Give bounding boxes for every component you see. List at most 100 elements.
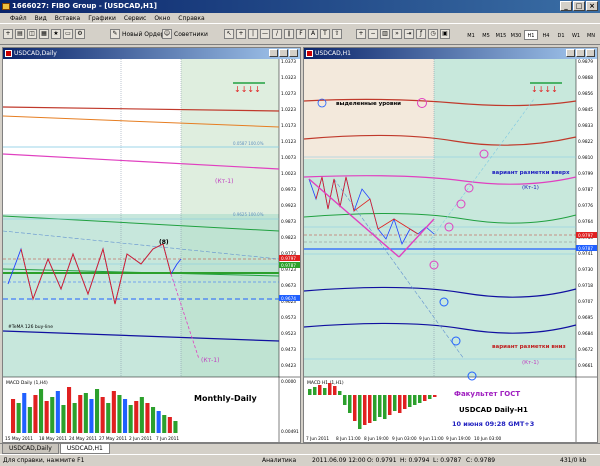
text-icon[interactable]: A <box>308 29 318 39</box>
macd-bar <box>89 399 94 433</box>
macd-bar <box>72 403 77 433</box>
zoom-out-icon[interactable]: − <box>368 29 378 39</box>
status-traffic: 431/0 kb <box>560 457 587 464</box>
channel-label-daily-2: (Кт-1) <box>201 357 219 364</box>
tile-windows-icon[interactable]: ▥ <box>380 29 390 39</box>
new-order-button[interactable]: Новый Ордер <box>122 31 164 38</box>
timeframe-d1[interactable]: D1 <box>554 30 568 40</box>
new-chart-icon[interactable]: + <box>3 29 13 39</box>
svg-text:0.9873: 0.9873 <box>281 219 296 225</box>
menu-charts[interactable]: Графики <box>84 15 120 22</box>
chart-minimize-button[interactable] <box>566 49 575 57</box>
down-arrows-icon: ↓↓↓↓ <box>234 85 261 94</box>
chart-window-h1[interactable]: USDCAD,H1 ↓↓↓↓ выделенные уровни вариант… <box>303 47 598 443</box>
timeframe-w1[interactable]: W1 <box>569 30 583 40</box>
timeframe-m30[interactable]: M30 <box>509 30 523 40</box>
menu-file[interactable]: Файл <box>6 15 31 22</box>
macd-bar <box>338 391 342 395</box>
svg-text:1.0273: 1.0273 <box>281 91 296 97</box>
market-watch-icon[interactable]: ◫ <box>27 29 37 39</box>
timeframe-m5[interactable]: M5 <box>479 30 493 40</box>
label-icon[interactable]: T <box>320 29 330 39</box>
arrows-icon[interactable]: ⇧ <box>332 29 342 39</box>
macd-bar <box>123 399 128 433</box>
timeframe-m1[interactable]: M1 <box>464 30 478 40</box>
zoom-in-icon[interactable]: + <box>356 29 366 39</box>
navigator-icon[interactable]: ★ <box>51 29 61 39</box>
macd-bar <box>433 395 437 397</box>
menu-tools[interactable]: Сервис <box>120 15 150 22</box>
svg-text:0.9672: 0.9672 <box>578 347 593 353</box>
svg-text:0.9764: 0.9764 <box>578 219 593 225</box>
svg-text:0.9923: 0.9923 <box>281 203 296 209</box>
advisors-icon[interactable]: ☺ <box>162 29 172 39</box>
horizontal-line-icon[interactable]: — <box>260 29 270 39</box>
h1-chart-canvas[interactable]: ↓↓↓↓ выделенные уровни вариант разметки … <box>304 59 597 442</box>
timeframe-mn[interactable]: MN <box>584 30 598 40</box>
timeframe-m15[interactable]: M15 <box>494 30 508 40</box>
fibo-label-1: 0.0587 100.0% <box>233 141 264 146</box>
crosshair-icon[interactable]: + <box>236 29 246 39</box>
macd-bar <box>33 395 38 433</box>
price-tag-blue-h1: 0.9787 <box>578 246 593 252</box>
maximize-button[interactable]: □ <box>573 1 585 11</box>
tab-usdcad-h1[interactable]: USDCAD,H1 <box>59 444 110 454</box>
new-order-icon[interactable]: ✎ <box>110 29 120 39</box>
menu-view[interactable]: Вид <box>31 15 51 22</box>
macd-bar <box>308 389 312 395</box>
chart-minimize-button[interactable] <box>269 49 278 57</box>
fibo-icon[interactable]: F <box>296 29 306 39</box>
svg-text:0.9573: 0.9573 <box>281 315 296 321</box>
profiles-icon[interactable]: ▤ <box>15 29 25 39</box>
menu-insert[interactable]: Вставка <box>51 15 84 22</box>
chart-shift-icon[interactable]: ⇥ <box>404 29 414 39</box>
equidistant-channel-icon[interactable]: ∥ <box>284 29 294 39</box>
svg-text:0.9833: 0.9833 <box>578 123 593 129</box>
indicators-icon[interactable]: ƒ <box>416 29 426 39</box>
chart-window-daily[interactable]: USDCAD,Daily ↓↓↓↓ (Кт-1) (Кт-1) (8) 0.05… <box>2 47 301 443</box>
variant-up-label: вариант разметки вверх <box>492 170 570 176</box>
trendline-icon[interactable]: / <box>272 29 282 39</box>
macd-bar <box>55 391 60 433</box>
menu-window[interactable]: Окно <box>150 15 174 22</box>
tab-usdcad-daily[interactable]: USDCAD,Daily <box>2 444 59 454</box>
svg-text:0.9684: 0.9684 <box>578 331 593 337</box>
periods-icon[interactable]: ◷ <box>428 29 438 39</box>
macd-bar <box>167 417 172 433</box>
svg-text:1.0073: 1.0073 <box>281 155 296 161</box>
macd-bar <box>428 395 432 399</box>
macd-bar <box>134 401 139 433</box>
svg-text:8 Jun 11:00: 8 Jun 11:00 <box>336 436 361 442</box>
minimize-button[interactable]: _ <box>560 1 572 11</box>
templates-icon[interactable]: ▣ <box>440 29 450 39</box>
macd-bar <box>145 403 150 433</box>
strategy-tester-icon[interactable]: ⚙ <box>75 29 85 39</box>
wave-label: (8) <box>159 239 169 246</box>
vertical-line-icon[interactable]: | <box>248 29 258 39</box>
data-window-icon[interactable]: ▦ <box>39 29 49 39</box>
chart-maximize-button[interactable] <box>279 49 288 57</box>
chart-maximize-button[interactable] <box>576 49 585 57</box>
cursor-icon[interactable]: ↖ <box>224 29 234 39</box>
svg-text:0.9730: 0.9730 <box>578 267 593 273</box>
macd-bar <box>16 403 21 433</box>
timeframe-h4[interactable]: H4 <box>539 30 553 40</box>
advisors-button[interactable]: Советники <box>174 31 208 38</box>
terminal-icon[interactable]: ▭ <box>63 29 73 39</box>
timeframe-h1[interactable]: H1 <box>524 30 538 40</box>
chart-close-button[interactable] <box>289 49 298 57</box>
svg-text:0.9673: 0.9673 <box>281 283 296 289</box>
channel-label-daily: (Кт-1) <box>215 178 233 185</box>
autoscroll-icon[interactable]: » <box>392 29 402 39</box>
close-button[interactable]: × <box>586 1 598 11</box>
svg-text:1.0023: 1.0023 <box>281 171 296 177</box>
menu-help[interactable]: Справка <box>174 15 208 22</box>
macd-bar <box>358 395 362 429</box>
chart-close-button[interactable] <box>586 49 595 57</box>
macd-bar <box>173 421 178 433</box>
macd-bar <box>388 395 392 415</box>
svg-text:15 May 2011: 15 May 2011 <box>5 436 33 442</box>
down-arrows-icon: ↓↓↓↓ <box>531 85 558 94</box>
macd-bar <box>313 387 317 395</box>
daily-chart-canvas[interactable]: ↓↓↓↓ (Кт-1) (Кт-1) (8) 0.0587 100.0% 0.9… <box>3 59 300 442</box>
